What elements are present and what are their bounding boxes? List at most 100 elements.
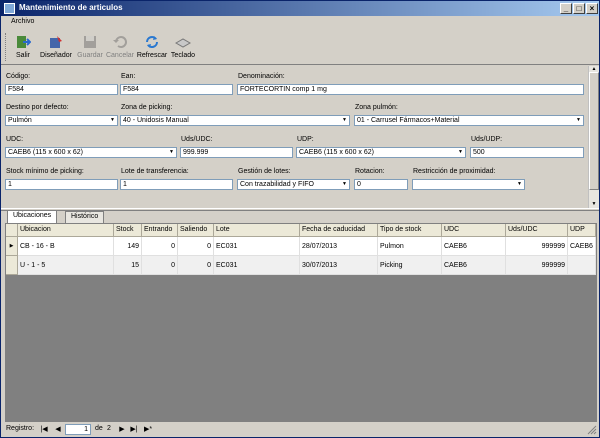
close-button[interactable]: × bbox=[586, 3, 598, 14]
cell-fecha[interactable]: 30/07/2013 bbox=[300, 256, 378, 275]
locations-grid: Ubicacion Stock Entrando Saliendo Lote F… bbox=[6, 224, 596, 421]
scroll-down-icon[interactable]: ▼ bbox=[589, 201, 599, 207]
guardar-label: Guardar bbox=[77, 52, 103, 59]
exit-icon bbox=[14, 33, 32, 51]
teclado-label: Teclado bbox=[170, 52, 196, 59]
gestion-lotes-select[interactable]: Con trazabilidad y FIFO ▼ bbox=[237, 179, 350, 190]
col-lote[interactable]: Lote bbox=[214, 224, 300, 237]
zona-picking-label: Zona de picking: bbox=[121, 104, 173, 111]
row-header-corner bbox=[6, 224, 18, 237]
udp-value: CAEB6 (115 x 600 x 62) bbox=[299, 149, 374, 156]
col-saliendo[interactable]: Saliendo bbox=[178, 224, 214, 237]
stock-min-input[interactable]: 1 bbox=[5, 179, 118, 190]
chevron-down-icon[interactable]: ▼ bbox=[574, 116, 583, 125]
current-record-input[interactable]: 1 bbox=[65, 424, 91, 435]
table-row[interactable]: U - 1 - 5 15 0 0 EC031 30/07/2013 Pickin… bbox=[6, 256, 596, 275]
cell-uds-udc[interactable]: 999999 bbox=[506, 256, 568, 275]
col-tipo-stock[interactable]: Tipo de stock bbox=[378, 224, 442, 237]
toolbar-grip[interactable] bbox=[5, 33, 7, 61]
denominacion-input[interactable]: FORTECORTIN comp 1 mg bbox=[237, 84, 584, 95]
restriccion-select[interactable]: ▼ bbox=[412, 179, 525, 190]
chevron-down-icon[interactable]: ▼ bbox=[340, 116, 349, 125]
cell-udp[interactable] bbox=[568, 256, 596, 275]
menu-bar: Archivo bbox=[1, 16, 599, 30]
col-udc[interactable]: UDC bbox=[442, 224, 506, 237]
cell-ubicacion[interactable]: U - 1 - 5 bbox=[18, 256, 114, 275]
current-row-icon[interactable]: ▶ bbox=[6, 237, 18, 256]
col-fecha-caducidad[interactable]: Fecha de caducidad bbox=[300, 224, 378, 237]
tab-ubicaciones[interactable]: Ubicaciones bbox=[7, 210, 58, 223]
cell-lote[interactable]: EC031 bbox=[214, 256, 300, 275]
designer-icon bbox=[47, 33, 65, 51]
cell-entrando[interactable]: 0 bbox=[142, 256, 178, 275]
next-record-icon[interactable]: ▶ bbox=[117, 425, 127, 435]
chevron-down-icon[interactable]: ▼ bbox=[167, 148, 176, 157]
refresh-icon bbox=[143, 33, 161, 51]
col-stock[interactable]: Stock bbox=[114, 224, 142, 237]
ean-input[interactable]: F584 bbox=[120, 84, 233, 95]
udp-select[interactable]: CAEB6 (115 x 600 x 62) ▼ bbox=[296, 147, 466, 158]
title-bar: Mantenimiento de articulos _ □ × bbox=[1, 1, 599, 16]
form-scrollbar[interactable]: ▲ ▼ bbox=[588, 66, 599, 208]
cell-udc[interactable]: CAEB6 bbox=[442, 256, 506, 275]
col-udp[interactable]: UDP bbox=[568, 224, 596, 237]
uds-udc-input[interactable]: 999.999 bbox=[180, 147, 293, 158]
salir-button[interactable]: Salir bbox=[11, 31, 35, 64]
article-form: Código: F584 Ean: F584 Denominación: FOR… bbox=[1, 66, 587, 208]
cancelar-label: Cancelar bbox=[105, 52, 134, 59]
cell-saliendo[interactable]: 0 bbox=[178, 237, 214, 256]
cell-saliendo[interactable]: 0 bbox=[178, 256, 214, 275]
cell-ubicacion[interactable]: CB - 16 - B bbox=[18, 237, 114, 256]
cell-tipo[interactable]: Pulmon bbox=[378, 237, 442, 256]
chevron-down-icon[interactable]: ▼ bbox=[108, 116, 117, 125]
prev-record-icon[interactable]: ◀ bbox=[53, 425, 63, 435]
tab-historico[interactable]: Histórico bbox=[65, 211, 105, 223]
menu-archivo[interactable]: Archivo bbox=[11, 18, 34, 25]
uds-udp-label: Uds/UDP: bbox=[471, 136, 503, 143]
guardar-button[interactable]: Guardar bbox=[77, 31, 103, 64]
col-uds-udc[interactable]: Uds/UDC bbox=[506, 224, 568, 237]
col-ubicacion[interactable]: Ubicacion bbox=[18, 224, 114, 237]
gestion-lotes-value: Con trazabilidad y FIFO bbox=[240, 181, 314, 188]
ean-label: Ean: bbox=[121, 73, 136, 80]
lote-trans-input[interactable]: 1 bbox=[120, 179, 233, 190]
chevron-down-icon[interactable]: ▼ bbox=[340, 180, 349, 189]
udc-select[interactable]: CAEB6 (115 x 600 x 62) ▼ bbox=[5, 147, 177, 158]
codigo-input[interactable]: F584 bbox=[5, 84, 118, 95]
cancelar-button[interactable]: Cancelar bbox=[105, 31, 135, 64]
cell-udp[interactable]: CAEB6 bbox=[568, 237, 596, 256]
disenador-button[interactable]: Diseñador bbox=[39, 31, 73, 64]
chevron-down-icon[interactable]: ▼ bbox=[456, 148, 465, 157]
cell-stock[interactable]: 15 bbox=[114, 256, 142, 275]
minimize-button[interactable]: _ bbox=[560, 3, 572, 14]
cell-lote[interactable]: EC031 bbox=[214, 237, 300, 256]
denominacion-label: Denominación: bbox=[238, 73, 285, 80]
last-record-icon[interactable]: ▶| bbox=[129, 425, 139, 435]
new-record-icon[interactable]: ▶* bbox=[143, 425, 153, 435]
rotacion-input[interactable]: 0 bbox=[354, 179, 408, 190]
grid-header: Ubicacion Stock Entrando Saliendo Lote F… bbox=[6, 224, 596, 237]
col-entrando[interactable]: Entrando bbox=[142, 224, 178, 237]
resize-grip-icon[interactable] bbox=[587, 425, 597, 435]
destino-select[interactable]: Pulmón ▼ bbox=[5, 115, 118, 126]
first-record-icon[interactable]: |◀ bbox=[39, 425, 49, 435]
zona-picking-select[interactable]: 40 - Unidosis Manual ▼ bbox=[120, 115, 350, 126]
row-selector[interactable] bbox=[6, 256, 18, 275]
maximize-button[interactable]: □ bbox=[573, 3, 585, 14]
teclado-button[interactable]: Teclado bbox=[169, 31, 197, 64]
uds-udp-input[interactable]: 500 bbox=[470, 147, 584, 158]
disenador-label: Diseñador bbox=[40, 52, 72, 59]
zona-pulmon-select[interactable]: 01 - Carrusel Fármacos+Material ▼ bbox=[354, 115, 584, 126]
chevron-down-icon[interactable]: ▼ bbox=[515, 180, 524, 189]
app-icon bbox=[4, 3, 15, 14]
scrollbar-thumb[interactable] bbox=[589, 72, 599, 190]
cell-uds-udc[interactable]: 999999 bbox=[506, 237, 568, 256]
cell-fecha[interactable]: 28/07/2013 bbox=[300, 237, 378, 256]
table-row[interactable]: ▶ CB - 16 - B 149 0 0 EC031 28/07/2013 P… bbox=[6, 237, 596, 256]
total-records: 2 bbox=[107, 425, 111, 432]
cell-entrando[interactable]: 0 bbox=[142, 237, 178, 256]
cell-stock[interactable]: 149 bbox=[114, 237, 142, 256]
cell-udc[interactable]: CAEB6 bbox=[442, 237, 506, 256]
cell-tipo[interactable]: Picking bbox=[378, 256, 442, 275]
refrescar-button[interactable]: Refrescar bbox=[135, 31, 169, 64]
